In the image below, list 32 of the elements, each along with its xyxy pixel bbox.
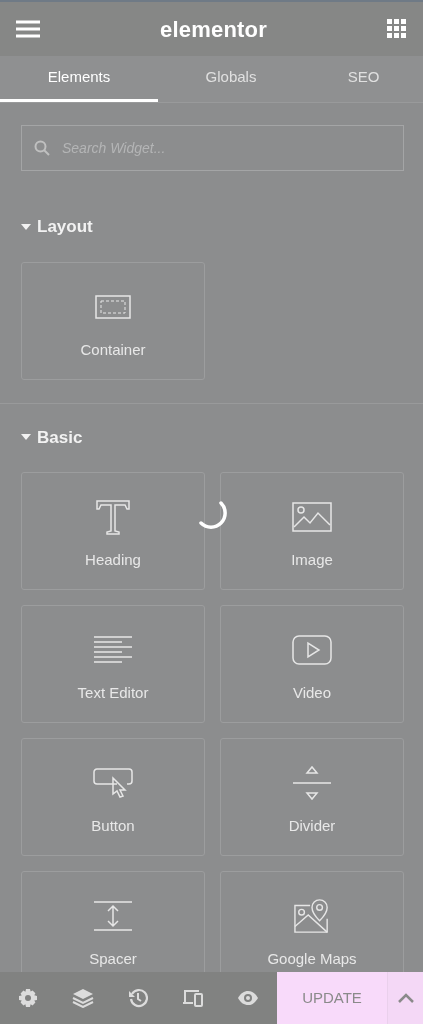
settings-icon[interactable]: [17, 988, 38, 1008]
widget-card[interactable]: Button: [21, 738, 205, 856]
chevron-up-icon: [397, 993, 414, 1003]
app-logo: elementor: [160, 15, 267, 44]
widget-card[interactable]: Image: [220, 472, 404, 590]
widget-card[interactable]: Text Editor: [21, 605, 205, 723]
layers-icon[interactable]: [71, 988, 94, 1008]
category-toggle[interactable]: Basic: [21, 403, 83, 472]
category-toggle[interactable]: Layout: [21, 171, 93, 262]
letter-t-icon: [95, 499, 131, 535]
caret-icon: [21, 434, 31, 441]
eye-icon[interactable]: [236, 990, 259, 1006]
devices-icon[interactable]: [181, 989, 204, 1007]
image-icon: [292, 499, 332, 535]
divider-icon: [292, 765, 332, 801]
menu-icon[interactable]: [16, 20, 40, 38]
widget-card[interactable]: Container: [21, 261, 205, 380]
cursor-button-icon: [93, 765, 133, 801]
widget-card[interactable]: Divider: [220, 738, 404, 856]
expand-button[interactable]: [387, 972, 423, 1024]
tab[interactable]: SEO: [304, 56, 423, 102]
search-icon: [34, 140, 50, 156]
update-button[interactable]: UPDATE: [277, 972, 387, 1024]
caret-icon: [21, 223, 31, 230]
widget-card[interactable]: Video: [220, 605, 404, 723]
history-icon[interactable]: [127, 988, 148, 1008]
tab[interactable]: Elements: [0, 56, 158, 102]
widget-card[interactable]: Heading: [21, 472, 205, 590]
apps-grid-icon[interactable]: [387, 19, 407, 39]
spacer-icon: [93, 898, 133, 934]
play-icon: [292, 632, 332, 668]
tab[interactable]: Globals: [158, 56, 304, 102]
